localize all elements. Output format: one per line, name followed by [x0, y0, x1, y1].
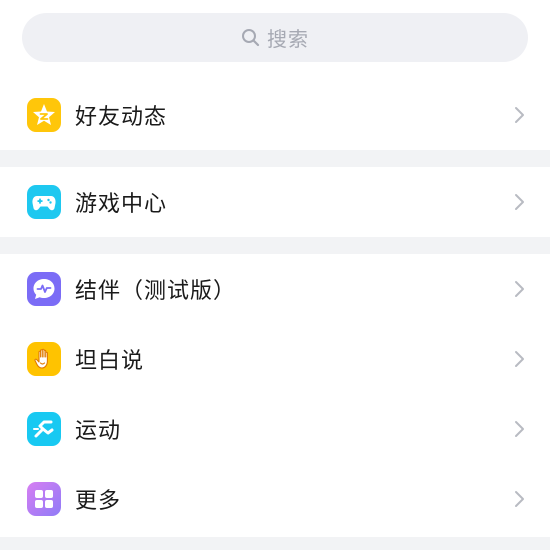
menu-item-sports[interactable]: 运动	[0, 394, 550, 464]
group-friends: 好友动态	[0, 80, 550, 150]
group-games: 游戏中心	[0, 167, 550, 237]
menu-item-companion[interactable]: 结伴（测试版）	[0, 254, 550, 324]
chevron-right-icon	[515, 194, 524, 210]
chevron-right-icon	[515, 281, 524, 297]
menu-item-label: 结伴（测试版）	[75, 279, 237, 304]
hand-icon	[27, 342, 61, 376]
search-icon	[241, 28, 261, 48]
search-bar[interactable]: 搜索	[22, 13, 528, 62]
gamepad-icon	[27, 185, 61, 219]
menu-item-label: 运动	[75, 419, 122, 444]
section-divider	[0, 237, 550, 254]
menu-item-label: 游戏中心	[75, 192, 168, 217]
chevron-right-icon	[515, 421, 524, 437]
search-placeholder: 搜索	[267, 27, 309, 51]
menu-item-more[interactable]: 更多	[0, 464, 550, 534]
menu-item-friend-feed[interactable]: 好友动态	[0, 80, 550, 150]
chevron-right-icon	[515, 351, 524, 367]
section-divider	[0, 537, 550, 550]
star-icon	[27, 98, 61, 132]
menu-item-label: 坦白说	[75, 349, 145, 374]
search-area: 搜索	[0, 0, 550, 80]
running-icon	[27, 412, 61, 446]
group-more: 结伴（测试版） 坦白说 运动 更多	[0, 254, 550, 534]
menu-item-game-center[interactable]: 游戏中心	[0, 167, 550, 237]
grid-icon	[27, 482, 61, 516]
chevron-right-icon	[515, 491, 524, 507]
menu-item-label: 好友动态	[75, 105, 168, 130]
chevron-right-icon	[515, 107, 524, 123]
section-divider	[0, 150, 550, 167]
menu-item-confession[interactable]: 坦白说	[0, 324, 550, 394]
menu-item-label: 更多	[75, 489, 122, 514]
pulse-bubble-icon	[27, 272, 61, 306]
